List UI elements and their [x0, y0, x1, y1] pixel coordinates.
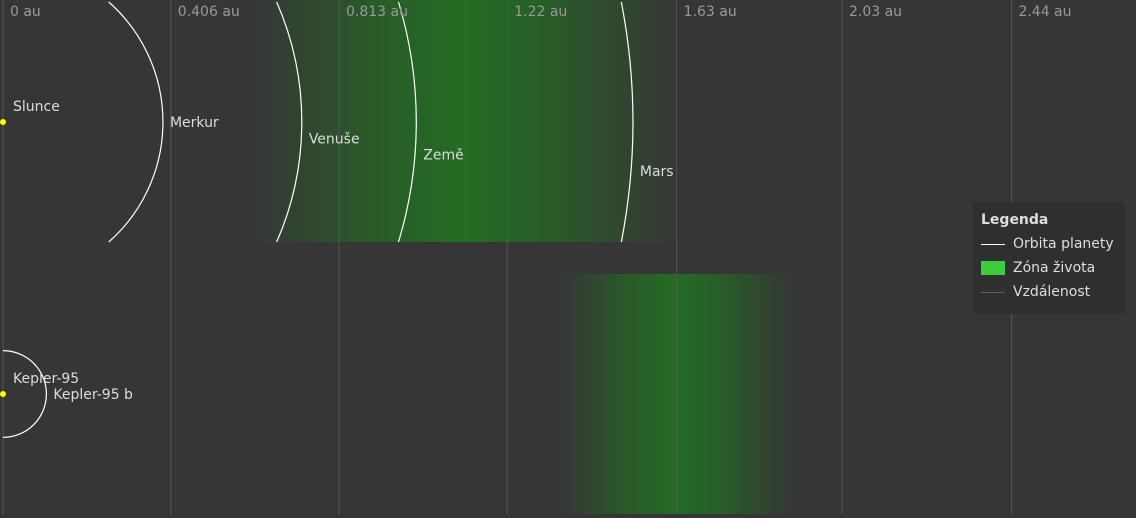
- legend-item-distance: Vzdálenost: [981, 280, 1117, 304]
- planet-label: Země: [423, 148, 463, 164]
- distance-tick-label: 0.406 au: [178, 4, 240, 20]
- distance-line-swatch: [981, 291, 1005, 293]
- star-marker: [0, 119, 6, 125]
- orbit-diagram: 0 au 0.406 au 0.813 au 1.22 au 1.63 au 2.03 a…: [0, 0, 1136, 514]
- legend-item-label: Vzdálenost: [1013, 284, 1091, 300]
- legend-item-label: Orbita planety: [1013, 236, 1114, 252]
- planet-label: Mars: [640, 164, 674, 180]
- legend-item-orbit: Orbita planety: [981, 232, 1117, 256]
- habitable-zone-swatch: [981, 261, 1005, 275]
- distance-tick-label: 0.813 au: [346, 4, 408, 20]
- habitable-zone-band: [250, 0, 677, 242]
- star-label: Slunce: [13, 99, 60, 115]
- orbit-line-swatch: [981, 243, 1005, 245]
- planet-orbit: [2, 350, 47, 438]
- planet-label: Venuše: [309, 131, 360, 147]
- distance-tick-label: 2.44 au: [1018, 4, 1071, 20]
- distance-tick-label: 1.63 au: [684, 4, 737, 20]
- planet-label: Kepler-95 b: [53, 387, 133, 403]
- distance-tick-label: 0 au: [10, 4, 41, 20]
- distance-tick-label: 2.03 au: [849, 4, 902, 20]
- legend-item-label: Zóna života: [1013, 260, 1096, 276]
- star-marker: [0, 391, 6, 397]
- star-label: Kepler-95: [13, 371, 79, 387]
- planet-orbit: [108, 1, 164, 243]
- legend-item-habitable-zone: Zóna života: [981, 256, 1117, 280]
- legend: Legenda Orbita planety Zóna života Vzdál…: [973, 202, 1125, 314]
- orbit-chart-svg: 0 au 0.406 au 0.813 au 1.22 au 1.63 au 2.03 a…: [0, 0, 1072, 514]
- planet-label: Merkur: [170, 115, 219, 131]
- legend-title: Legenda: [981, 212, 1049, 228]
- distance-tick-label: 1.22 au: [514, 4, 567, 20]
